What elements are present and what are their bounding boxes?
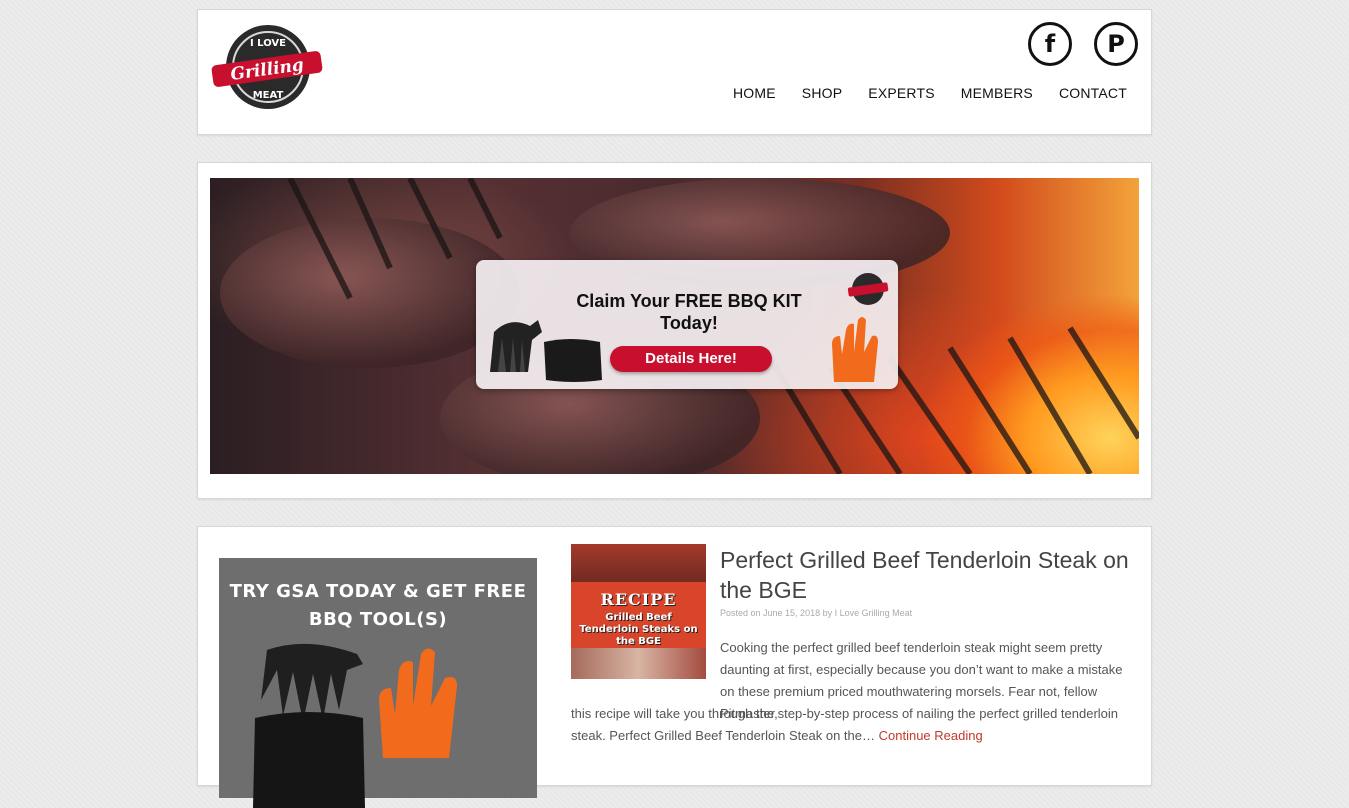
thumb-bottom-band <box>571 648 706 679</box>
bbq-banner-image[interactable]: Claim Your FREE BBQ KIT Today! Details H… <box>210 178 1139 474</box>
mini-logo-icon <box>847 273 889 305</box>
nav-members[interactable]: MEMBERS <box>961 85 1033 101</box>
logo-text-top: I LOVE <box>250 38 286 49</box>
thumb-recipe-label: RECIPE <box>600 590 677 609</box>
bbq-glove-icon <box>832 317 878 382</box>
post-thumbnail[interactable]: RECIPE Grilled Beef Tenderloin Steaks on… <box>571 544 706 679</box>
facebook-glyph: f <box>1044 30 1056 58</box>
pinterest-glyph: P <box>1107 30 1125 58</box>
content-card: TRY GSA TODAY & GET FREE BBQ TOOL(S) REC… <box>197 526 1152 808</box>
nav-contact[interactable]: CONTACT <box>1059 85 1127 101</box>
post-excerpt-text: this recipe will take you through the st… <box>571 706 1119 743</box>
bbq-glove-icon <box>379 648 457 758</box>
nav-home[interactable]: HOME <box>733 85 776 101</box>
pinterest-icon[interactable]: P <box>1094 22 1138 66</box>
grill-mat-icon <box>544 339 602 382</box>
promo-title: Claim Your FREE BBQ KIT Today! <box>576 291 802 333</box>
grill-mat-icon <box>253 712 365 808</box>
sidebar-ad[interactable]: TRY GSA TODAY & GET FREE BBQ TOOL(S) <box>219 558 537 808</box>
banner-card: Claim Your FREE BBQ KIT Today! Details H… <box>197 162 1152 499</box>
thumb-top-band <box>571 544 706 586</box>
post-meta: Posted on June 15, 2018 by I Love Grilli… <box>720 608 913 618</box>
details-here-button[interactable]: Details Here! <box>610 346 772 372</box>
sidebar-ad-title: TRY GSA TODAY & GET FREE BBQ TOOL(S) <box>229 581 527 630</box>
post-title[interactable]: Perfect Grilled Beef Tenderloin Steak on… <box>720 545 1140 605</box>
continue-reading-link[interactable]: Continue Reading <box>879 728 983 743</box>
thumb-subtitle: Grilled Beef Tenderloin Steaks on the BG… <box>579 612 698 647</box>
header-card: I LOVE Grilling MEAT f P HOME SHOP EXPER… <box>197 9 1152 135</box>
nav-experts[interactable]: EXPERTS <box>868 85 935 101</box>
site-logo[interactable]: I LOVE Grilling MEAT <box>210 22 324 112</box>
promo-box[interactable]: Claim Your FREE BBQ KIT Today! Details H… <box>476 260 898 389</box>
main-nav: HOME SHOP EXPERTS MEMBERS CONTACT <box>733 85 1127 101</box>
facebook-icon[interactable]: f <box>1028 22 1072 66</box>
logo-text-bottom: MEAT <box>253 90 284 101</box>
post-excerpt-continued: this recipe will take you through the st… <box>571 703 1136 747</box>
nav-shop[interactable]: SHOP <box>802 85 842 101</box>
